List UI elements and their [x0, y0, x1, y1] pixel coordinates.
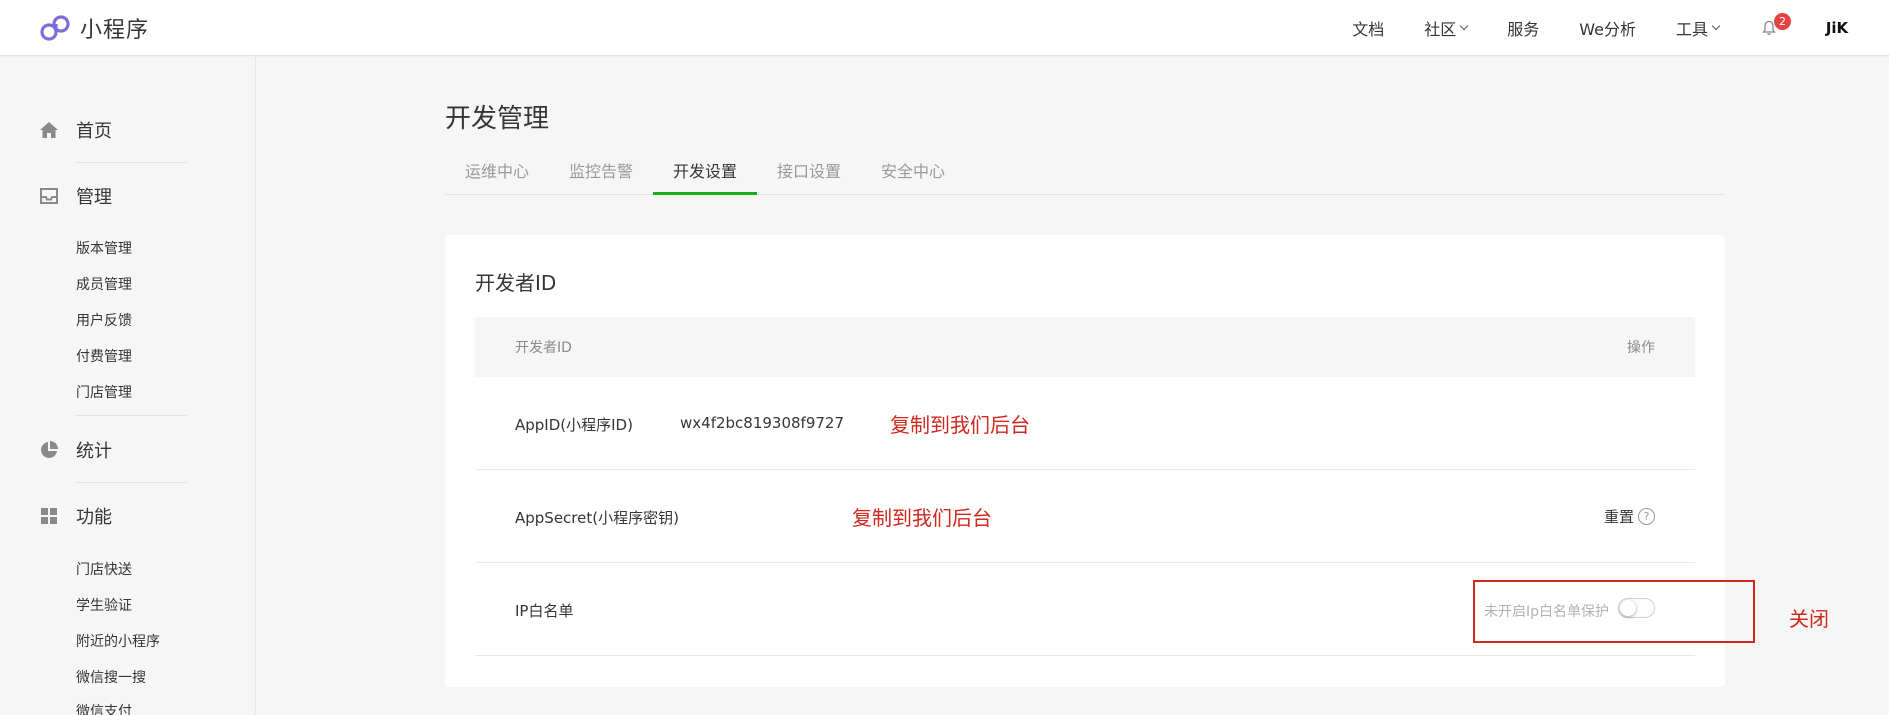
- notification-badge: 2: [1774, 13, 1791, 30]
- nav-services[interactable]: 服务: [1507, 16, 1539, 40]
- brand-name: 小程序: [80, 18, 150, 43]
- sidebar-divider: [75, 162, 187, 163]
- column-header-id: 开发者ID: [515, 340, 572, 356]
- inbox-icon: [40, 188, 58, 204]
- sidebar-item-feedback[interactable]: 用户反馈: [76, 310, 132, 330]
- appid-label: AppID(小程序ID): [515, 416, 633, 434]
- nav-community-label: 社区: [1424, 20, 1457, 39]
- column-header-action: 操作: [1627, 340, 1655, 356]
- reset-button[interactable]: 重置 ?: [1604, 506, 1655, 527]
- sidebar-item-label: 管理: [76, 187, 112, 208]
- tab-dev-settings[interactable]: 开发设置: [653, 158, 757, 195]
- sidebar-item-store-delivery[interactable]: 门店快送: [76, 559, 132, 579]
- help-icon[interactable]: ?: [1638, 508, 1655, 525]
- annotation-highlight-box: [1473, 580, 1755, 643]
- sidebar-item-student-verify[interactable]: 学生验证: [76, 595, 132, 615]
- sidebar-item-members[interactable]: 成员管理: [76, 274, 132, 294]
- pie-chart-icon: [41, 441, 58, 458]
- sidebar-item-stores[interactable]: 门店管理: [76, 382, 132, 402]
- nav-community[interactable]: 社区: [1424, 16, 1469, 40]
- copy-annotation: 复制到我们后台: [852, 506, 992, 530]
- appsecret-label: AppSecret(小程序密钥): [515, 509, 679, 527]
- sidebar-divider: [75, 482, 187, 483]
- copy-annotation: 复制到我们后台: [890, 413, 1030, 437]
- nav-tools[interactable]: 工具: [1675, 16, 1721, 40]
- sidebar-divider: [75, 415, 187, 416]
- sidebar-item-label: 首页: [76, 121, 112, 142]
- sidebar-item-home[interactable]: 首页: [38, 117, 112, 143]
- chevron-down-icon: [1459, 21, 1469, 31]
- nav-analytics[interactable]: We分析: [1579, 16, 1636, 40]
- tab-ops-center[interactable]: 运维中心: [445, 158, 549, 195]
- sidebar: 首页 管理 版本管理 成员管理 用户反馈 付费管理 门店管理 统计 功能 门店快…: [0, 57, 256, 715]
- ip-whitelist-label: IP白名单: [515, 602, 574, 620]
- sidebar-item-payment[interactable]: 付费管理: [76, 346, 132, 366]
- sidebar-item-label: 统计: [76, 441, 112, 462]
- brand[interactable]: 小程序: [38, 12, 149, 44]
- grid-icon: [41, 508, 57, 524]
- tab-monitoring[interactable]: 监控告警: [549, 158, 653, 195]
- table-row-appsecret: AppSecret(小程序密钥) 复制到我们后台 重置 ?: [475, 470, 1695, 563]
- miniprogram-logo-icon: [40, 15, 70, 41]
- sidebar-item-nearby[interactable]: 附近的小程序: [76, 631, 160, 651]
- nav-tools-label: 工具: [1675, 20, 1708, 39]
- home-icon: [40, 122, 58, 138]
- appid-value[interactable]: wx4f2bc819308f9727: [680, 414, 844, 432]
- notifications-button[interactable]: 2: [1759, 13, 1791, 40]
- avatar[interactable]: JiK: [1821, 12, 1853, 44]
- table-header: 开发者ID 操作: [475, 317, 1695, 377]
- table-row-appid: AppID(小程序ID) wx4f2bc819308f9727 复制到我们后台: [475, 377, 1695, 470]
- sidebar-item-wechat-pay[interactable]: 微信支付: [76, 701, 132, 715]
- sidebar-item-stats[interactable]: 统计: [38, 437, 112, 463]
- close-annotation: 关闭: [1789, 607, 1829, 631]
- card-title: 开发者ID: [475, 271, 557, 295]
- sidebar-item-version[interactable]: 版本管理: [76, 238, 132, 258]
- tab-api-settings[interactable]: 接口设置: [757, 158, 861, 195]
- sidebar-item-manage[interactable]: 管理: [38, 183, 112, 209]
- chevron-down-icon: [1711, 21, 1721, 31]
- tab-bar: 运维中心 监控告警 开发设置 接口设置 安全中心: [445, 158, 1725, 195]
- top-bar: 小程序 文档 社区 服务 We分析 工具 2 JiK: [0, 0, 1889, 56]
- top-nav: 文档 社区 服务 We分析 工具 2 JiK: [1352, 0, 1889, 56]
- reset-label: 重置: [1603, 508, 1634, 526]
- sidebar-item-features[interactable]: 功能: [38, 503, 112, 529]
- nav-docs[interactable]: 文档: [1352, 16, 1384, 40]
- sidebar-item-wechat-search[interactable]: 微信搜一搜: [76, 667, 146, 687]
- tab-security-center[interactable]: 安全中心: [861, 158, 965, 195]
- page-title: 开发管理: [445, 104, 550, 134]
- sidebar-item-label: 功能: [76, 507, 112, 528]
